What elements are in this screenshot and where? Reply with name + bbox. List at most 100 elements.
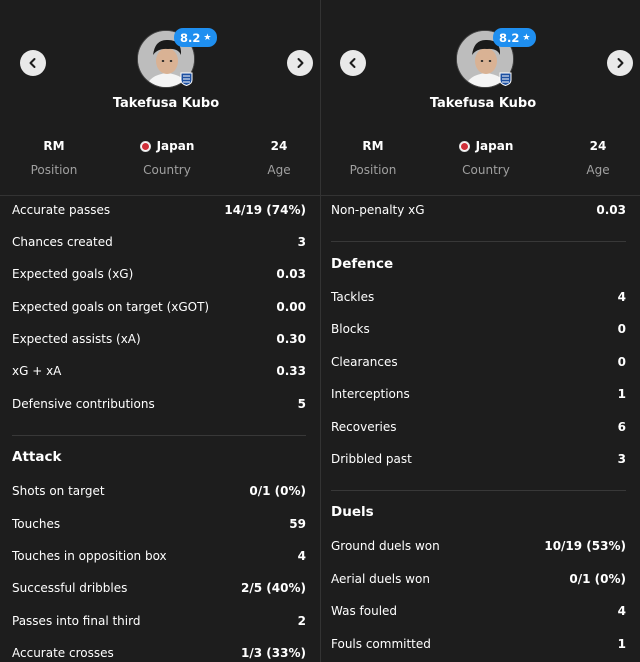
section-divider bbox=[331, 490, 626, 491]
player-name: Takefusa Kubo bbox=[112, 96, 220, 111]
stat-name: Shots on target bbox=[12, 484, 105, 498]
country-info: Japan Country bbox=[446, 138, 526, 177]
stat-value: 1 bbox=[617, 637, 626, 651]
stat-value: 1 bbox=[617, 387, 626, 401]
stat-name: Accurate crosses bbox=[12, 646, 114, 660]
stat-name: Non-penalty xG bbox=[331, 203, 425, 217]
section-divider bbox=[331, 241, 626, 242]
age-label: Age bbox=[586, 163, 610, 177]
stat-row: Dribbled past 3 bbox=[331, 449, 626, 469]
age-value: 24 bbox=[589, 139, 607, 153]
stat-value: 0/1 (0%) bbox=[249, 484, 306, 498]
stat-row: Clearances 0 bbox=[331, 352, 626, 372]
stat-row: Passes into final third 2 bbox=[12, 611, 306, 631]
next-player-button[interactable] bbox=[287, 50, 313, 76]
stat-row: Was fouled 4 bbox=[331, 601, 626, 621]
age-label: Age bbox=[267, 163, 291, 177]
stat-row: Aerial duels won 0/1 (0%) bbox=[331, 569, 626, 589]
position-info: RM Position bbox=[333, 138, 413, 177]
position-info: RM Position bbox=[14, 138, 94, 177]
stat-value: 2 bbox=[297, 614, 306, 628]
stat-row: Blocks 0 bbox=[331, 319, 626, 339]
stat-name: Chances created bbox=[12, 235, 113, 249]
stat-row: Expected assists (xA) 0.30 bbox=[12, 329, 306, 349]
player-stats-panel-right: 8.2 ★ Takefusa Kubo RM Position Japan Co… bbox=[320, 0, 640, 662]
stat-row: Interceptions 1 bbox=[331, 384, 626, 404]
player-name: Takefusa Kubo bbox=[429, 96, 537, 111]
age-value: 24 bbox=[270, 139, 288, 153]
position-label: Position bbox=[30, 163, 78, 177]
stat-name: Passes into final third bbox=[12, 614, 141, 628]
stat-value: 0.03 bbox=[596, 203, 626, 217]
country-label: Country bbox=[462, 163, 510, 177]
duels-section-title: Duels bbox=[331, 504, 374, 520]
rating-value: 8.2 bbox=[499, 30, 520, 45]
country-value: Japan bbox=[156, 139, 195, 153]
stat-row: Non-penalty xG 0.03 bbox=[331, 200, 626, 220]
stat-name: Expected goals on target (xGOT) bbox=[12, 300, 210, 314]
stat-name: Dribbled past bbox=[331, 452, 412, 466]
chevron-left-icon bbox=[29, 58, 36, 68]
stat-name: Touches bbox=[12, 517, 61, 531]
country-value: Japan bbox=[475, 139, 514, 153]
defence-section-title: Defence bbox=[331, 256, 394, 272]
stat-row: Fouls committed 1 bbox=[331, 634, 626, 654]
stat-value: 0 bbox=[617, 355, 626, 369]
stat-name: Touches in opposition box bbox=[12, 549, 167, 563]
position-label: Position bbox=[349, 163, 397, 177]
stat-row: Touches in opposition box 4 bbox=[12, 546, 306, 566]
stat-value: 4 bbox=[297, 549, 306, 563]
stat-name: Clearances bbox=[331, 355, 398, 369]
stat-row: Chances created 3 bbox=[12, 232, 306, 252]
section-divider bbox=[12, 435, 306, 436]
stat-value: 0.33 bbox=[276, 364, 306, 378]
country-info: Japan Country bbox=[127, 138, 207, 177]
stat-value: 0.00 bbox=[276, 300, 306, 314]
stat-row: Recoveries 6 bbox=[331, 417, 626, 437]
previous-player-button[interactable] bbox=[20, 50, 46, 76]
stat-value: 4 bbox=[617, 604, 626, 618]
stat-value: 0.03 bbox=[276, 267, 306, 281]
rating-badge: 8.2 ★ bbox=[174, 28, 218, 47]
stat-name: Defensive contributions bbox=[12, 397, 155, 411]
position-value: RM bbox=[362, 139, 384, 153]
stat-value: 1/3 (33%) bbox=[241, 646, 306, 660]
stat-row: Accurate passes 14/19 (74%) bbox=[12, 200, 306, 220]
stat-value: 2/5 (40%) bbox=[241, 581, 306, 595]
stat-name: Recoveries bbox=[331, 420, 397, 434]
stat-value: 0/1 (0%) bbox=[569, 572, 626, 586]
chevron-left-icon bbox=[349, 58, 356, 68]
stat-name: Ground duels won bbox=[331, 539, 440, 553]
stat-value: 5 bbox=[297, 397, 306, 411]
player-stats-panel-left: 8.2 ★ Takefusa Kubo RM Position Japan Co… bbox=[0, 0, 320, 662]
stat-row: Accurate crosses 1/3 (33%) bbox=[12, 643, 306, 662]
stat-row: Shots on target 0/1 (0%) bbox=[12, 481, 306, 501]
previous-player-button[interactable] bbox=[340, 50, 366, 76]
stat-name: xG + xA bbox=[12, 364, 62, 378]
attack-section-title: Attack bbox=[12, 449, 62, 465]
stat-name: Blocks bbox=[331, 322, 370, 336]
next-player-button[interactable] bbox=[607, 50, 633, 76]
stat-name: Accurate passes bbox=[12, 203, 111, 217]
stat-name: Fouls committed bbox=[331, 637, 431, 651]
stat-value: 0 bbox=[617, 322, 626, 336]
country-label: Country bbox=[143, 163, 191, 177]
stat-name: Interceptions bbox=[331, 387, 410, 401]
stat-name: Expected assists (xA) bbox=[12, 332, 141, 346]
chevron-right-icon bbox=[617, 58, 624, 68]
stat-name: Successful dribbles bbox=[12, 581, 128, 595]
stat-value: 14/19 (74%) bbox=[224, 203, 306, 217]
rating-badge: 8.2 ★ bbox=[493, 28, 537, 47]
chevron-right-icon bbox=[297, 58, 304, 68]
stat-row: Expected goals (xG) 0.03 bbox=[12, 264, 306, 284]
stat-name: Aerial duels won bbox=[331, 572, 430, 586]
position-value: RM bbox=[43, 139, 65, 153]
player-header: 8.2 ★ Takefusa Kubo RM Position Japan Co… bbox=[321, 0, 640, 196]
age-info: 24 Age bbox=[558, 138, 638, 177]
stat-value: 6 bbox=[617, 420, 626, 434]
stat-value: 10/19 (53%) bbox=[544, 539, 626, 553]
player-header: 8.2 ★ Takefusa Kubo RM Position Japan Co… bbox=[0, 0, 320, 196]
stat-name: Tackles bbox=[331, 290, 375, 304]
stat-value: 3 bbox=[297, 235, 306, 249]
star-icon: ★ bbox=[203, 32, 212, 43]
